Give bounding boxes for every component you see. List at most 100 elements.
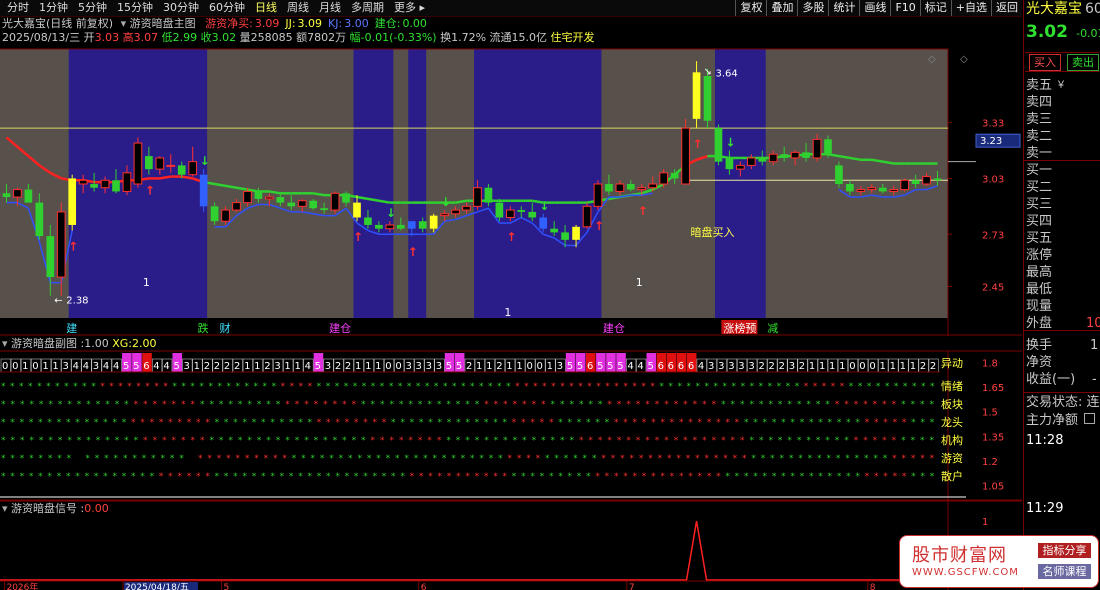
grid-star-4-90: *: [845, 454, 850, 464]
max-price-label: 3.64: [716, 69, 738, 80]
candle-body-4: [46, 236, 55, 278]
candle-body-45: [495, 202, 504, 218]
grid-star-3-18: *: [172, 436, 177, 446]
candle-body-18: [199, 174, 208, 207]
yidong-cell-35: 1: [353, 358, 364, 373]
grid-star-1-5: *: [48, 400, 53, 410]
watermark-url: WWW.GSCFW.COM: [912, 567, 1019, 578]
grid-star-0-65: *: [587, 382, 592, 392]
period-tab-7[interactable]: 周线: [282, 0, 314, 16]
grid-star-4-34: *: [320, 454, 325, 464]
grid-star-2-39: *: [363, 418, 368, 428]
grid-star-4-42: *: [395, 454, 400, 464]
tool-button-0[interactable]: 复权: [735, 0, 766, 16]
tool-button-8[interactable]: 返回: [991, 0, 1022, 16]
yidong-cell-79: 2: [797, 358, 808, 373]
period-tab-5[interactable]: 60分钟: [204, 0, 250, 16]
grid-star-2-23: *: [215, 418, 220, 428]
yidong-digit-33: 2: [335, 361, 341, 372]
grid-star-3-10: *: [96, 436, 101, 446]
grid-star-1-57: *: [541, 400, 546, 410]
sub-indicator-chart[interactable]: 1.81.651.51.351.21.050 0 1 0 1 1 3 4 4 3 4 4 5 5 6 4 4 5 3…: [0, 337, 1022, 501]
yidong-cell-82: 1: [827, 358, 838, 373]
grid-star-5-27: *: [252, 472, 257, 482]
grid-star-3-15: *: [143, 436, 148, 446]
grid-star-5-78: *: [725, 472, 730, 482]
candle-body-27: [297, 200, 307, 207]
period-tab-8[interactable]: 月线: [314, 0, 346, 16]
volume-value: 258085: [250, 31, 293, 44]
period-tab-0[interactable]: 分时: [2, 0, 34, 16]
yidong-digit-79: 2: [799, 361, 805, 372]
grid-star-2-34: *: [317, 418, 322, 428]
grid-star-5-39: *: [363, 472, 368, 482]
indicator-dropdown-icon[interactable]: ▾: [121, 17, 127, 30]
indicator-name[interactable]: 游资暗盘主图: [130, 17, 196, 30]
grid-star-0-30: *: [272, 382, 277, 392]
sector-tag[interactable]: 住宅开发: [551, 31, 595, 44]
period-tab-6[interactable]: 日线: [250, 0, 282, 16]
grid-star-2-6: *: [57, 418, 62, 428]
signal-indicator-chart[interactable]: 1 2026年 2025/04/18/五 5 6 7 8: [0, 500, 1022, 590]
grid-star-1-23: *: [219, 400, 224, 410]
yidong-cell-13: 5: [132, 353, 142, 372]
period-tab-10[interactable]: 更多 ▸: [389, 0, 430, 16]
tool-button-4[interactable]: 画线: [859, 0, 890, 16]
sub-param1-label[interactable]: 游资暗盘副图: [11, 337, 77, 350]
grid-star-1-81: *: [768, 400, 773, 410]
grid-star-3-65: *: [617, 436, 622, 446]
tool-button-7[interactable]: +自选: [950, 0, 991, 16]
grid-star-4-70: *: [658, 454, 663, 464]
period-tab-3[interactable]: 15分钟: [112, 0, 158, 16]
tool-button-2[interactable]: 多股: [797, 0, 828, 16]
yidong-cell-32: 3: [323, 358, 334, 373]
grid-star-2-17: *: [159, 418, 164, 428]
grid-star-4-48: *: [451, 454, 456, 464]
tool-button-1[interactable]: 叠加: [766, 0, 797, 16]
sell-button[interactable]: 卖出: [1067, 54, 1099, 71]
candle-body-28: [309, 200, 318, 209]
grid-star-5-61: *: [568, 472, 573, 482]
grid-star-5-43: *: [400, 472, 405, 482]
tool-button-3[interactable]: 统计: [828, 0, 859, 16]
sub-dropdown-icon[interactable]: ▾: [2, 337, 8, 350]
grid-star-2-69: *: [642, 418, 647, 428]
tool-button-5[interactable]: F10: [890, 0, 919, 16]
sub-ytick-label-3: 1.35: [982, 432, 1004, 443]
grid-star-4-66: *: [620, 454, 625, 464]
grid-star-4-29: *: [273, 454, 278, 464]
tool-button-6[interactable]: 标记: [919, 0, 951, 16]
yidong-digit-12: 5: [123, 361, 129, 372]
period-tab-2[interactable]: 5分钟: [73, 0, 112, 16]
buy-button[interactable]: 买入: [1029, 54, 1061, 71]
shade-zone-3: [474, 49, 602, 318]
grid-star-1-25: *: [238, 400, 243, 410]
bar-date: 2025/08/13/三: [2, 31, 81, 44]
grid-star-3-69: *: [655, 436, 660, 446]
grid-star-5-60: *: [558, 472, 563, 482]
grid-star-5-80: *: [744, 472, 749, 482]
period-tab-9[interactable]: 多周期: [346, 0, 389, 16]
stat2-row-0: 换手: [1026, 338, 1053, 353]
grid-star-4-63: *: [592, 454, 597, 464]
period-tab-1[interactable]: 1分钟: [34, 0, 73, 16]
grid-star-2-100: *: [930, 418, 935, 428]
yidong-digit-65: 6: [658, 361, 664, 372]
grid-star-3-20: *: [190, 436, 195, 446]
main-force-icon[interactable]: [1084, 413, 1096, 424]
green-down-arrow-1: ↓: [386, 206, 396, 220]
green-down-arrow-4: ↓: [725, 136, 735, 150]
stock-title[interactable]: 光大嘉宝(日线 前复权): [2, 17, 113, 30]
main-candlestick-chart[interactable]: ◇ ◇ ↑ ↑ ↑ ↑ ↑ ↑ ↑ ↑ ↓ ↓ ↓ ↓ ↓ 1 1 1 暗盘买入建 跌财 建仓 建仓 涨榜预 减 3.33 3.0…: [0, 46, 1022, 336]
signal-name[interactable]: 游资暗盘信号: [11, 502, 77, 515]
indicator-value-label-3: 建仓:: [374, 17, 401, 30]
order-level-4: 卖一: [1026, 146, 1053, 161]
period-tab-4[interactable]: 30分钟: [158, 0, 204, 16]
grid-star-3-55: *: [522, 436, 527, 446]
grid-star-4-21: *: [198, 454, 203, 464]
yidong-cell-37: 1: [373, 358, 385, 373]
yidong-cell-59: 5: [596, 353, 606, 372]
signal-dropdown-icon[interactable]: ▾: [2, 502, 8, 515]
grid-star-5-75: *: [698, 472, 703, 482]
grid-star-4-30: *: [282, 454, 287, 464]
